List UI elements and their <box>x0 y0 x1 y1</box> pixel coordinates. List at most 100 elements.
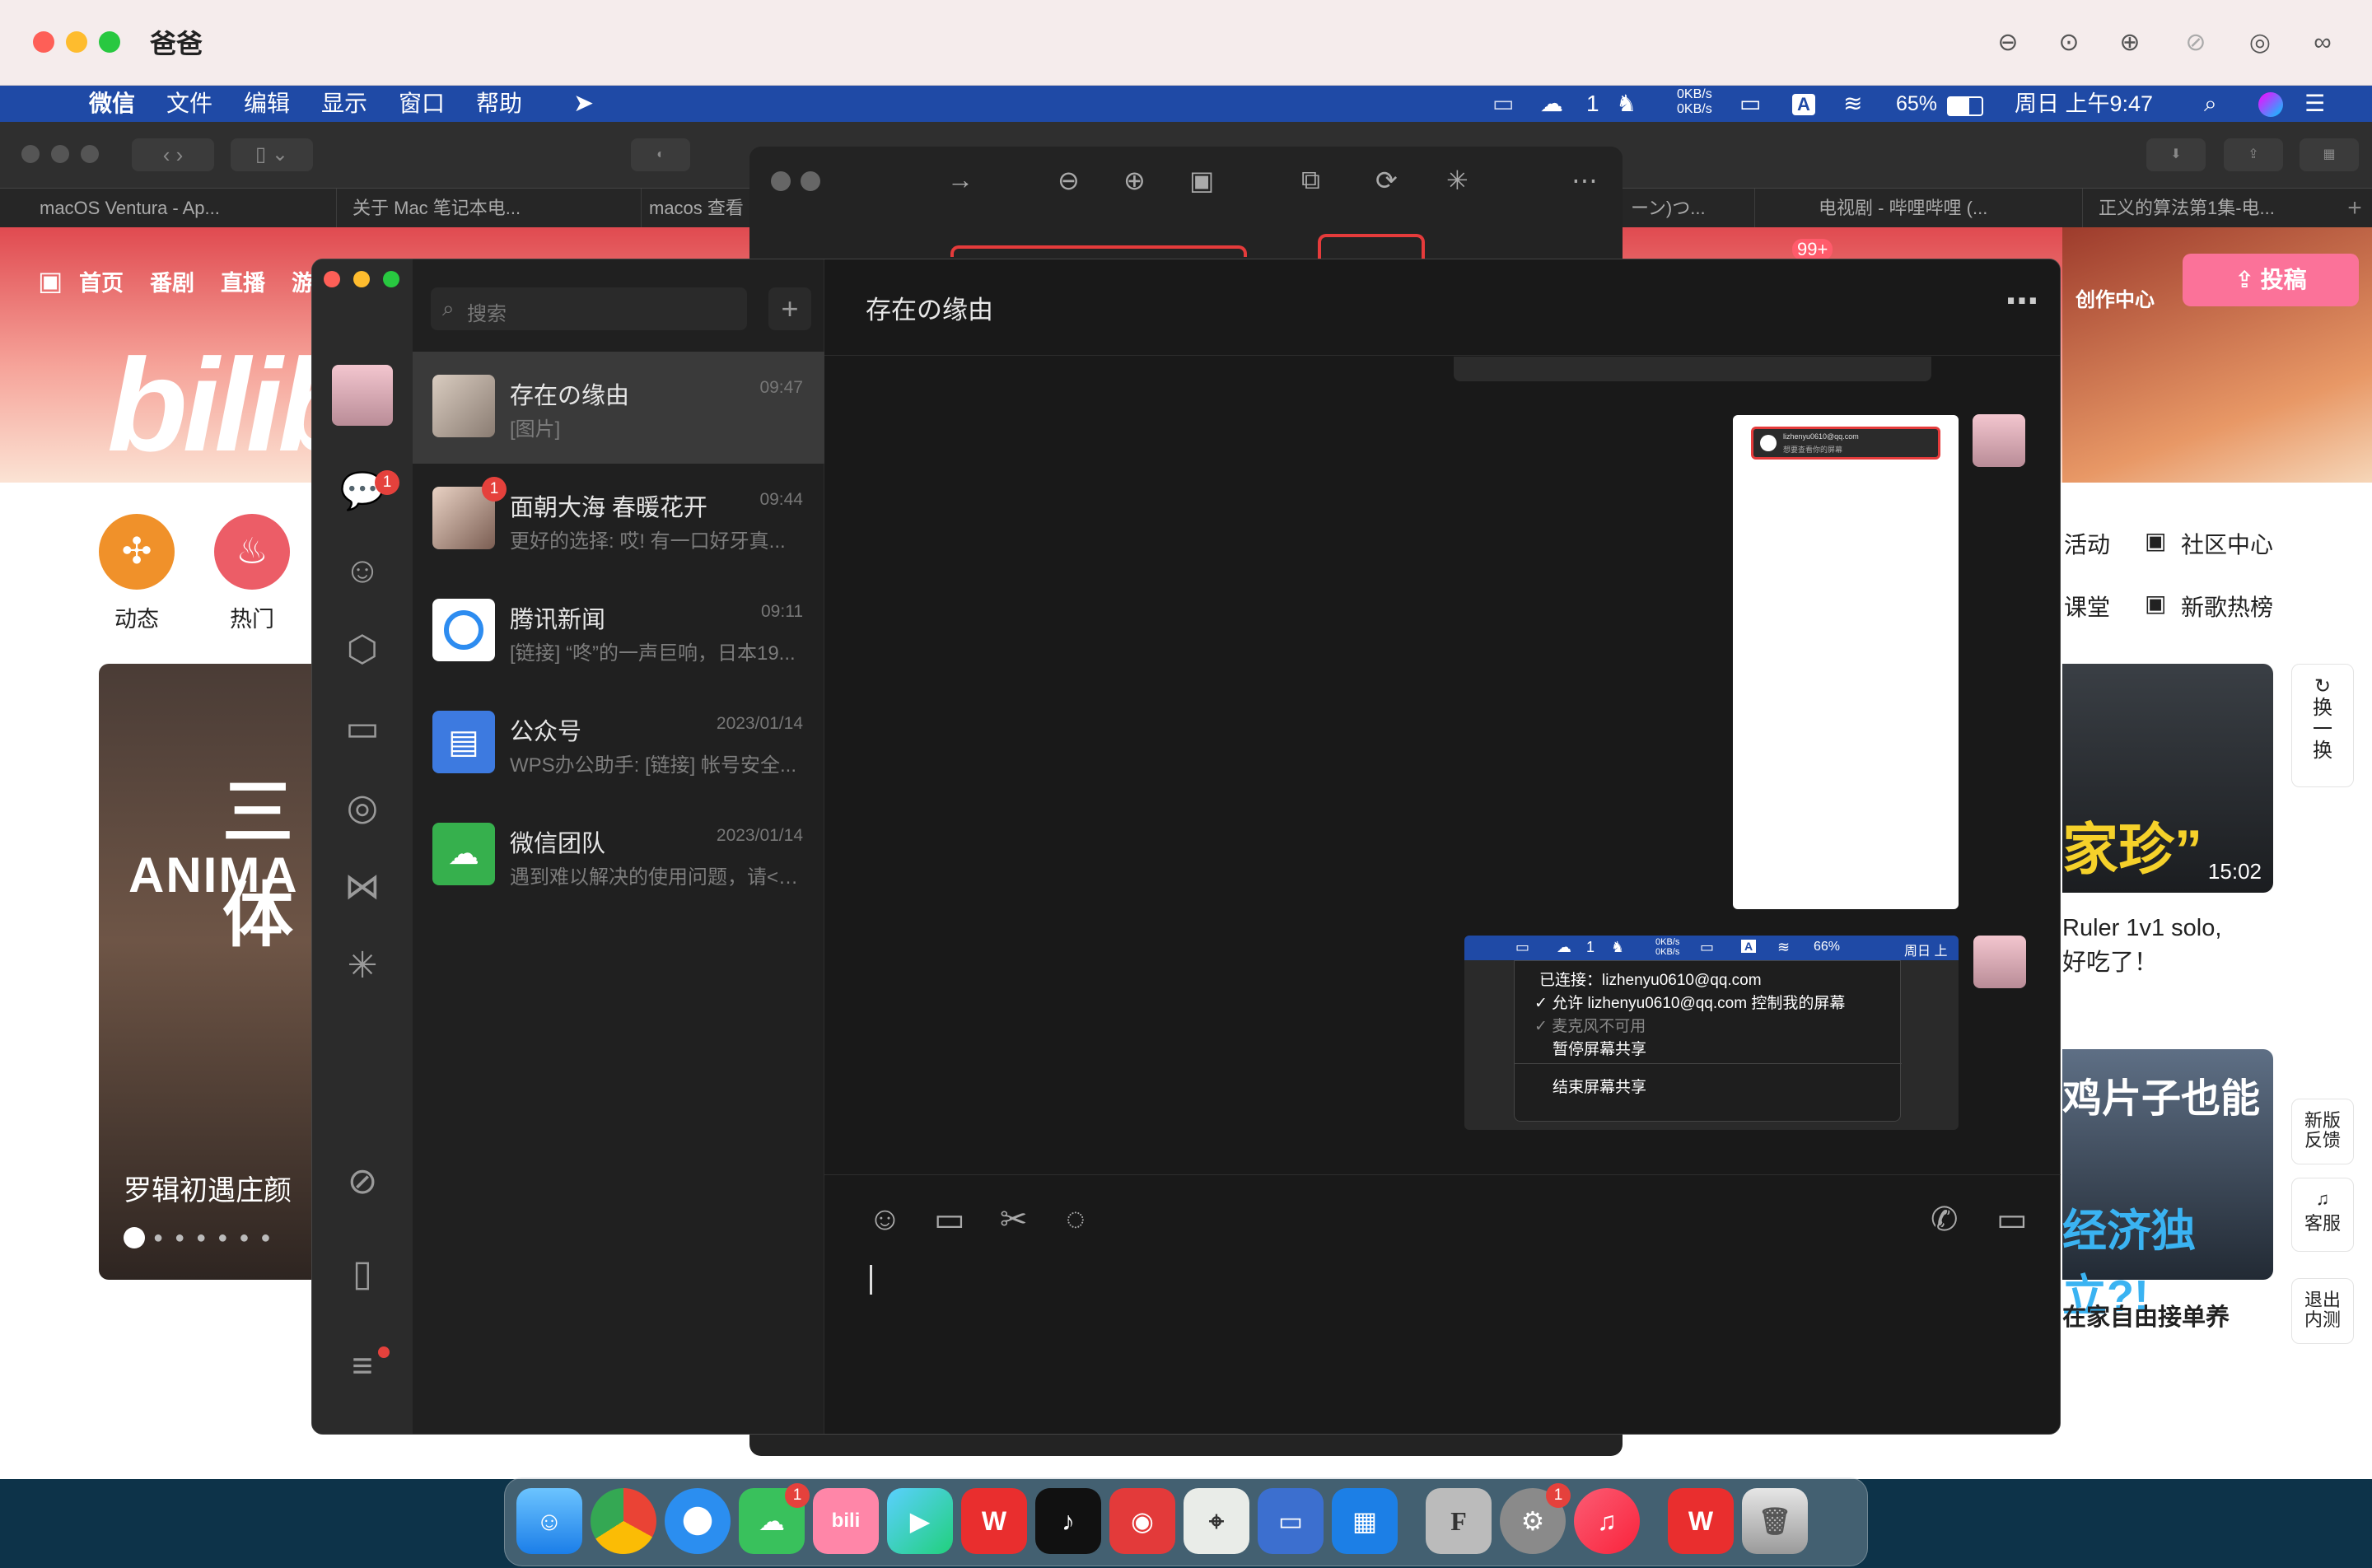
folder-icon[interactable]: ▭ <box>339 706 385 752</box>
carousel-dot-active[interactable] <box>124 1227 145 1248</box>
preview-markup-icon[interactable]: ✳ <box>1446 165 1468 196</box>
zoom-window-button[interactable] <box>99 31 120 53</box>
netease-music-icon[interactable]: ◉ <box>1109 1488 1175 1554</box>
binoculars-icon[interactable]: ∞ <box>2304 25 2341 61</box>
safari-tab[interactable]: macOS Ventura - Ap... <box>0 189 337 228</box>
chat-more-icon[interactable]: ⋯ <box>2005 282 2038 320</box>
image-message[interactable]: lizhenyu0610@qq.com 想要查看你的屏幕 <box>1733 415 1959 909</box>
carousel-title[interactable]: 罗辑初遇庄颜 <box>124 1168 292 1208</box>
zoom-out-icon[interactable]: ⊖ <box>1990 25 2026 61</box>
tiktok-icon[interactable]: ♪ <box>1035 1488 1101 1554</box>
airplay-icon[interactable]: ▭ <box>1739 89 1761 119</box>
safari-tab[interactable]: ーン)つ... <box>1623 189 1755 228</box>
forward-arrow-icon[interactable]: → <box>947 165 974 195</box>
safari-tab[interactable]: 电视剧 - 哔哩哔哩 (... <box>1779 189 2083 228</box>
favorites-icon[interactable]: ⬡ <box>339 627 385 673</box>
parallels-icon[interactable]: ▭ <box>1258 1488 1324 1554</box>
wechat-zoom-button[interactable] <box>383 271 399 287</box>
video-title[interactable]: Ruler 1v1 solo, 好吃了！ <box>2062 911 2221 980</box>
phone-icon[interactable]: ▯ <box>339 1251 385 1297</box>
safari-icon[interactable] <box>665 1488 731 1554</box>
maps-icon[interactable]: ⌖ <box>1184 1488 1249 1554</box>
search-discover-icon[interactable]: ✳ <box>339 943 385 989</box>
preview-zoom-out-icon[interactable]: ⊖ <box>1058 165 1080 196</box>
conversation-item[interactable]: ☁ 微信团队 2023/01/14 遇到难以解决的使用问题，请<a... <box>413 800 824 912</box>
screenshot-icon[interactable]: ✂ <box>1000 1201 1028 1239</box>
finder-icon[interactable]: ☺ <box>516 1488 582 1554</box>
video-player-icon[interactable]: ▶ <box>887 1488 953 1554</box>
safari-tab[interactable]: 关于 Mac 笔记本电... <box>313 189 642 228</box>
mini-programs-icon[interactable]: ⊘ <box>339 1159 385 1205</box>
tab-overview-icon[interactable]: ▦ <box>2300 138 2359 171</box>
zoom-actual-icon[interactable]: ⊙ <box>2051 25 2087 61</box>
my-avatar[interactable] <box>332 365 393 426</box>
windows-icon[interactable]: ▦ <box>1332 1488 1398 1554</box>
carousel[interactable]: 三体 ANIMA 罗辑初遇庄颜 ●●●●●● <box>99 664 346 1280</box>
conversation-item[interactable]: 腾讯新闻 09:11 [链接] “咚”的一声巨响，日本19... <box>413 576 824 688</box>
wps-icon[interactable]: W <box>961 1488 1027 1554</box>
exit-beta-button[interactable]: 退出 内测 <box>2291 1278 2354 1344</box>
wechat-close-button[interactable] <box>324 271 340 287</box>
safari-minimize-button[interactable] <box>51 145 69 163</box>
zoom-in-icon[interactable]: ⊕ <box>2112 25 2148 61</box>
wps-document-icon[interactable]: W <box>1668 1488 1734 1554</box>
new-tab-button[interactable]: + <box>2337 189 2372 228</box>
menu-item-edit[interactable]: 编辑 <box>244 89 290 119</box>
customer-service-button[interactable]: ♫ 客服 <box>2291 1178 2354 1252</box>
link-new-songs[interactable]: 新歌热榜 <box>2181 590 2273 623</box>
nav-live[interactable]: 直播 <box>221 265 265 297</box>
preview-zoom-in-icon[interactable]: ⊕ <box>1123 165 1146 196</box>
creator-center-link[interactable]: 创作中心 <box>2076 283 2155 312</box>
screen-share-icon[interactable]: ▭ <box>1492 89 1514 119</box>
preview-copy-icon[interactable]: ⧉ <box>1301 165 1320 196</box>
bilibili-dock-icon[interactable]: bili <box>813 1488 879 1554</box>
conversation-item[interactable]: ▤ 公众号 2023/01/14 WPS办公助手: [链接] 帐号安全... <box>413 688 824 800</box>
spotlight-icon[interactable]: ⌕ <box>2204 89 2217 119</box>
wechat-status-icon[interactable]: ☁ <box>1540 89 1563 119</box>
link-community[interactable]: 社区中心 <box>2181 527 2273 560</box>
contacts-icon[interactable]: ☺ <box>339 548 385 594</box>
nav-bangumi[interactable]: 番剧 <box>150 265 194 297</box>
wifi-icon[interactable]: ≋ <box>1843 89 1862 119</box>
menu-item-window[interactable]: 窗口 <box>399 89 445 119</box>
conversation-item[interactable]: 1 面朝大海 春暖花开 09:44 更好的选择: 哎! 有一口好牙真... <box>413 464 824 576</box>
chrome-icon[interactable] <box>591 1488 656 1554</box>
upload-button[interactable]: ⇪ 投稿 <box>2183 254 2359 306</box>
remote-control-icon[interactable]: ◎ <box>2242 25 2278 61</box>
safari-zoom-button[interactable] <box>81 145 99 163</box>
dynamic-label[interactable]: 动态 <box>99 601 175 633</box>
video-call-icon[interactable]: ▭ <box>1996 1201 2028 1239</box>
safari-tab[interactable]: 正义的算法第1集-电... <box>2059 189 2372 228</box>
downloads-icon[interactable]: ⬇ <box>2146 138 2206 171</box>
share-icon[interactable]: ⇪ <box>2224 138 2283 171</box>
feedback-button[interactable]: 新版 反馈 <box>2291 1099 2354 1164</box>
wechat-minimize-button[interactable] <box>353 271 370 287</box>
zoom-fit-icon[interactable]: ⊘ <box>2178 25 2214 61</box>
battery-icon[interactable] <box>1947 96 1983 116</box>
clock[interactable]: 周日 上午9:47 <box>2015 89 2153 119</box>
close-window-button[interactable] <box>33 31 54 53</box>
conversation-item[interactable]: 存在の缘由 09:47 [图片] <box>413 352 824 464</box>
refresh-button[interactable]: ↻ 换 一 换 <box>2291 664 2354 787</box>
menu-item-file[interactable]: 文件 <box>166 89 212 119</box>
hot-label[interactable]: 热门 <box>214 601 290 633</box>
menu-item-help[interactable]: 帮助 <box>476 89 522 119</box>
back-forward-buttons[interactable]: ‹ › <box>132 138 214 171</box>
chat-history-icon[interactable]: ◌ <box>1066 1201 1086 1238</box>
input-source-icon[interactable]: A <box>1792 94 1815 115</box>
nav-games[interactable]: 游 <box>292 265 314 297</box>
sidebar-toggle-icon[interactable]: ▯ ⌄ <box>231 138 313 171</box>
font-book-icon[interactable]: F <box>1426 1488 1492 1554</box>
voice-call-icon[interactable]: ✆ <box>1931 1201 1959 1239</box>
menu-item-app[interactable]: 微信 <box>89 89 135 119</box>
control-center-icon[interactable]: ☰ <box>2304 89 2325 119</box>
file-icon[interactable]: ▭ <box>934 1201 965 1239</box>
preview-rotate-icon[interactable]: ⟳ <box>1375 165 1398 196</box>
preview-close-icon[interactable] <box>771 171 791 191</box>
carousel-dots[interactable]: ●●●●●● <box>153 1230 318 1246</box>
add-button[interactable]: + <box>768 287 811 330</box>
nav-home[interactable]: 首页 <box>79 265 124 297</box>
siri-icon[interactable] <box>2258 92 2283 117</box>
preview-fit-icon[interactable]: ▣ <box>1189 165 1214 196</box>
video-thumbnail[interactable]: 家珍” 15:02 <box>2062 664 2273 893</box>
